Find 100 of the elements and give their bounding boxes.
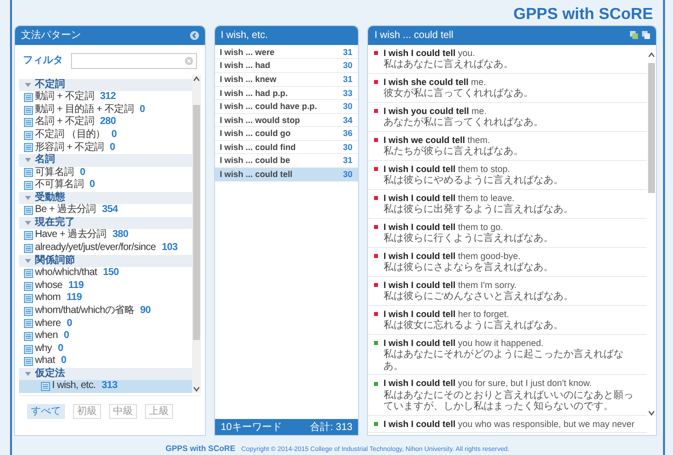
translation-text: 私はあなたに言えればなあ。: [382, 59, 514, 71]
keyword-label: I wish ... had p.p.: [220, 86, 288, 100]
list-icon: [24, 282, 33, 291]
keyword-row[interactable]: I wish ... could tell 30: [214, 168, 358, 182]
caret-icon[interactable]: [25, 371, 31, 378]
group-label: 関係詞節: [35, 254, 75, 268]
list-icon: [24, 106, 33, 115]
tree-item[interactable]: 動詞 + 目的語 + 不定詞 0: [19, 104, 192, 116]
keyword-row[interactable]: I wish ... had 30: [214, 59, 358, 73]
tree-item[interactable]: what 0: [19, 355, 192, 368]
footer-brand: GPPS with SCoRE: [166, 444, 236, 453]
example-sentence: I wish I could tell you for sure, but I just don't know.: [383, 378, 592, 390]
tree-item[interactable]: when 0: [19, 330, 192, 343]
item-count: 380: [112, 229, 128, 242]
item-count: 313: [102, 380, 118, 393]
tree-group[interactable]: 関係詞節: [19, 254, 192, 268]
back-icon[interactable]: [190, 30, 199, 40]
translation-text: 私はあなたにそのとおりと言えればいいのになあと願っていますが、しかし私はまったく知らないのです。: [382, 390, 634, 413]
tree-item[interactable]: 不可算名詞 0: [19, 179, 192, 192]
list-icon: [24, 206, 33, 216]
keyword-label: I wish ... were: [220, 46, 274, 58]
keyword-row[interactable]: I wish ... could have p.p. 30: [214, 100, 358, 114]
tree-item[interactable]: 可算名詞 0: [19, 166, 192, 180]
keyword-count: 30: [342, 140, 352, 154]
list-icon: [24, 294, 33, 304]
item-count: 119: [66, 292, 82, 305]
translation-text: 私は彼らにごめんなさいと言えればなあ。: [382, 291, 574, 303]
keyword-count: 31: [342, 72, 352, 86]
tree-item[interactable]: why 0: [19, 342, 192, 356]
example-sentence: I wish I could tell you how it happened.: [383, 338, 544, 349]
translation-text: 私は彼らに行くように言えればなあ。: [382, 233, 554, 245]
scroll-down-icon[interactable]: [192, 385, 200, 393]
group-label: 現在完了: [35, 216, 75, 229]
tree-item[interactable]: 不定詞 （目的） 0: [19, 129, 192, 142]
level-button[interactable]: すべて: [27, 404, 65, 419]
keyword-row[interactable]: I wish ... knew 31: [214, 72, 358, 86]
tree-item[interactable]: I wish, etc. 313: [19, 380, 192, 393]
scroll-down-icon[interactable]: [648, 409, 655, 417]
translation-text: 私たちが彼らに言えればなあ。: [382, 146, 524, 158]
keyword-count: 30: [342, 100, 352, 113]
keyword-row[interactable]: I wish ... could find 30: [214, 140, 358, 154]
tree-group[interactable]: 仮定法: [19, 368, 192, 380]
keyword-count: 33: [342, 86, 352, 100]
tree-group[interactable]: 現在完了: [19, 216, 192, 230]
tree-item[interactable]: 形容詞 + 不定詞 0: [19, 142, 192, 154]
list-icon: [24, 268, 33, 278]
item-label: I wish, etc.: [52, 380, 96, 393]
example-sentence: I wish I could tell them to go.: [383, 222, 503, 232]
tree-group[interactable]: 名詞: [19, 154, 192, 167]
caret-icon[interactable]: [25, 195, 31, 202]
group-label: 受動態: [35, 192, 65, 204]
filter-field[interactable]: [71, 52, 197, 69]
tree-item[interactable]: where 0: [19, 318, 192, 330]
keyword-count: 30: [342, 168, 352, 181]
keyword-label: I wish ... could find: [220, 140, 296, 154]
list-icon: [24, 93, 33, 102]
tree-item[interactable]: Have + 過去分詞 380: [19, 229, 192, 242]
tree-item[interactable]: 名詞 + 不定詞 280: [19, 116, 192, 129]
tree-item[interactable]: whom/that/whichの省略 90: [19, 304, 192, 318]
keyword-row[interactable]: I wish ... could go 36: [214, 127, 358, 141]
list-icon: [24, 332, 33, 341]
clear-icon[interactable]: [184, 56, 193, 65]
keyword-label: I wish ... had: [220, 59, 270, 72]
item-count: 0: [111, 129, 117, 142]
scroll-up-icon[interactable]: [192, 74, 200, 83]
item-count: 0: [140, 104, 145, 116]
tree-item[interactable]: whose 119: [19, 280, 192, 292]
tree-item[interactable]: 動詞 + 不定詞 312: [19, 91, 192, 104]
keyword-count: 30: [342, 59, 352, 72]
keyword-label: I wish ... knew: [220, 72, 276, 86]
caret-icon[interactable]: [25, 82, 31, 88]
item-count: 0: [60, 355, 66, 368]
group-label: 不定詞: [35, 78, 65, 90]
tree-item[interactable]: Be + 過去分詞 354: [19, 204, 192, 217]
keyword-label: I wish ... could be: [220, 154, 290, 168]
keyword-row[interactable]: I wish ... would stop 34: [214, 114, 358, 128]
tree-group[interactable]: 受動態: [19, 192, 192, 204]
item-label: 形容詞 + 不定詞: [35, 142, 104, 154]
item-label: what: [35, 355, 55, 367]
keyword-count: 36: [342, 127, 352, 140]
list-icon: [24, 181, 33, 190]
scroll-up-icon[interactable]: [648, 50, 655, 59]
tree-item[interactable]: who/which/that 150: [19, 267, 192, 280]
caret-icon[interactable]: [25, 220, 31, 226]
panel-title: I wish ... could tell: [374, 28, 454, 43]
item-count: 0: [90, 179, 95, 192]
caret-icon[interactable]: [25, 258, 31, 264]
caret-icon[interactable]: [25, 157, 31, 164]
scrollbar[interactable]: [192, 74, 201, 393]
tree-item[interactable]: already/yet/just/ever/for/since 103: [19, 242, 192, 255]
example-sentence: I wish we could tell them.: [383, 134, 490, 146]
keyword-label: I wish ... could go: [220, 127, 291, 140]
keyword-count: 34: [342, 114, 352, 126]
group-label: 仮定法: [35, 368, 65, 380]
keyword-row[interactable]: I wish ... were 31: [214, 46, 358, 60]
tree-item[interactable]: whom 119: [19, 292, 192, 305]
item-label: whom: [35, 292, 60, 305]
tree-group[interactable]: 不定詞: [19, 78, 192, 92]
item-label: where: [35, 318, 61, 330]
keyword-row[interactable]: I wish ... had p.p. 33: [214, 86, 358, 100]
